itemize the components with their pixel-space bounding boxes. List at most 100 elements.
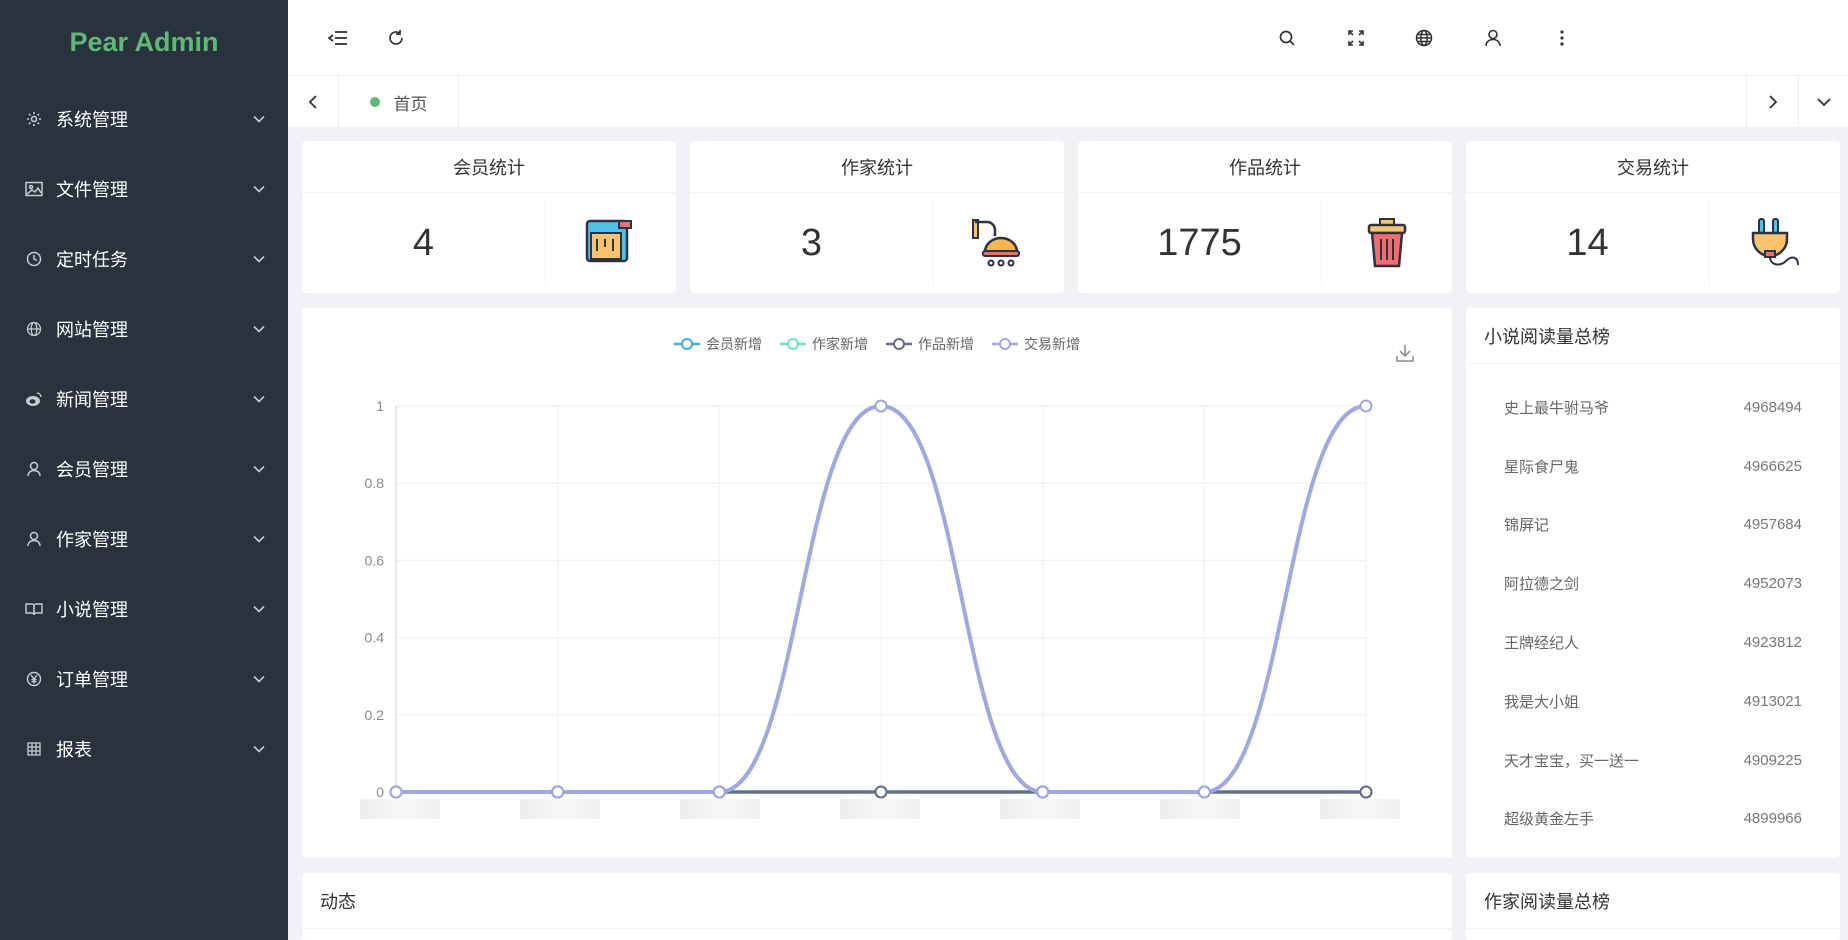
ranking-count: 4957684 xyxy=(1743,516,1802,534)
chevron-down-icon xyxy=(253,745,265,753)
ranking-row[interactable]: 史上最牛驸马爷 4968494 xyxy=(1504,378,1802,437)
stat-value: 3 xyxy=(690,201,934,285)
tab-dropdown-button[interactable] xyxy=(1798,76,1848,128)
x-tick-label-blurred xyxy=(1000,799,1080,819)
sidebar-item[interactable]: 小说管理 xyxy=(0,574,288,644)
logo[interactable]: Pear Admin xyxy=(0,0,288,84)
shower-icon xyxy=(934,193,1064,293)
chevron-down-icon xyxy=(253,255,265,263)
sidebar-item-label: 文件管理 xyxy=(56,180,128,201)
y-tick-label: 0.6 xyxy=(365,552,385,568)
sidebar-item[interactable]: 作家管理 xyxy=(0,504,288,574)
user-icon xyxy=(24,459,44,479)
ranking-count: 4968494 xyxy=(1743,398,1802,416)
ranking-name: 超级黄金左手 xyxy=(1504,810,1595,829)
sidebar-item-label: 会员管理 xyxy=(56,460,128,481)
stat-card-members: 会员统计 4 xyxy=(302,141,676,293)
menu-collapse-icon[interactable] xyxy=(322,22,354,54)
ranking-count: 4966625 xyxy=(1743,457,1802,475)
chevron-down-icon xyxy=(253,535,265,543)
data-point xyxy=(1359,399,1373,413)
dynamics-card: 动态 xyxy=(302,873,1452,940)
novel-ranking-card: 小说阅读量总榜 史上最牛驸马爷 4968494 星际食尸鬼 4966625 锦屏记 495… xyxy=(1466,308,1840,858)
x-tick-label-blurred xyxy=(1160,799,1240,819)
sidebar-item[interactable]: 新闻管理 xyxy=(0,364,288,434)
globe-icon[interactable] xyxy=(1408,22,1440,54)
chevron-down-icon xyxy=(253,675,265,683)
chevron-down-icon xyxy=(253,325,265,333)
stat-title: 作品统计 xyxy=(1078,141,1452,193)
sidebar-item-label: 报表 xyxy=(56,740,92,761)
ranking-name: 王牌经纪人 xyxy=(1504,634,1580,653)
data-point xyxy=(1036,785,1050,799)
y-tick-label: 1 xyxy=(376,398,384,414)
tab-next-button[interactable] xyxy=(1746,76,1798,128)
ranking-name: 锦屏记 xyxy=(1504,516,1550,535)
tab-prev-button[interactable] xyxy=(288,76,339,128)
ranking-row[interactable]: 王牌经纪人 4923812 xyxy=(1504,613,1802,672)
ranking-name: 阿拉德之剑 xyxy=(1504,575,1580,594)
tab-bar: 首页 xyxy=(288,76,1848,128)
sidebar-item[interactable]: 网站管理 xyxy=(0,294,288,364)
trash-can-icon xyxy=(1322,193,1452,293)
ranking-row[interactable]: 超级黄金左手 4899966 xyxy=(1504,790,1802,849)
x-tick-label-blurred xyxy=(840,799,920,819)
ranking-count: 4909225 xyxy=(1743,751,1802,769)
ranking-row[interactable]: 我是大小姐 4913021 xyxy=(1504,672,1802,731)
chevron-down-icon xyxy=(253,185,265,193)
fullscreen-icon[interactable] xyxy=(1340,22,1372,54)
refresh-icon[interactable] xyxy=(380,22,412,54)
search-icon[interactable] xyxy=(1271,22,1303,54)
ranking-row[interactable]: 阿拉德之剑 4952073 xyxy=(1504,554,1802,613)
line-chart: 0 0.2 0.4 0.6 0.8 1 xyxy=(365,398,1373,800)
ranking-name: 史上最牛驸马爷 xyxy=(1504,398,1610,417)
sidebar-item[interactable]: 订单管理 xyxy=(0,644,288,714)
y-tick-label: 0.4 xyxy=(365,630,385,646)
weibo-icon xyxy=(24,389,44,409)
sidebar-menu: 系统管理文件管理定时任务网站管理新闻管理会员管理作家管理小说管理订单管理报表 xyxy=(0,84,288,784)
data-point xyxy=(1359,785,1373,799)
active-dot-icon xyxy=(369,97,380,107)
chevron-down-icon xyxy=(253,115,265,123)
ranking-count: 4913021 xyxy=(1743,692,1802,710)
user-icon[interactable] xyxy=(1477,22,1509,54)
x-tick-label-blurred xyxy=(360,799,440,819)
ranking-name: 天才宝宝，买一送一 xyxy=(1504,751,1640,770)
author-ranking-title: 作家阅读量总榜 xyxy=(1466,873,1840,929)
data-point xyxy=(712,785,726,799)
sidebar-item[interactable]: 系统管理 xyxy=(0,84,288,154)
sidebar-item[interactable]: 文件管理 xyxy=(0,154,288,224)
dynamics-title: 动态 xyxy=(302,873,1452,929)
image-icon xyxy=(24,179,44,199)
sidebar-item-label: 新闻管理 xyxy=(56,390,128,411)
sidebar-item-label: 网站管理 xyxy=(56,320,128,341)
stat-title: 会员统计 xyxy=(302,141,676,193)
x-tick-label-blurred xyxy=(1320,799,1400,819)
sidebar-item[interactable]: 会员管理 xyxy=(0,434,288,504)
sidebar-item-label: 小说管理 xyxy=(56,600,128,621)
plug-icon xyxy=(1710,193,1840,293)
y-tick-label: 0 xyxy=(376,784,384,800)
ranking-list: 史上最牛驸马爷 4968494 星际食尸鬼 4966625 锦屏记 4957684 阿拉德之… xyxy=(1466,364,1840,848)
ranking-name: 我是大小姐 xyxy=(1504,692,1580,711)
chevron-right-icon xyxy=(1768,95,1777,109)
x-tick-label-blurred xyxy=(680,799,760,819)
chevron-down-icon xyxy=(1816,98,1831,107)
author-ranking-card: 作家阅读量总榜 xyxy=(1466,873,1840,940)
ranking-count: 4923812 xyxy=(1743,634,1802,652)
new-items-chart-card: 会员新增 作家新增 作品新增 交易新增 0 0.2 0.4 0.6 0.8 1 xyxy=(302,308,1452,858)
chevron-left-icon xyxy=(308,95,317,109)
tab-home[interactable]: 首页 xyxy=(339,76,459,128)
ranking-row[interactable]: 锦屏记 4957684 xyxy=(1504,496,1802,555)
ranking-row[interactable]: 天才宝宝，买一送一 4909225 xyxy=(1504,731,1802,790)
sidebar-item[interactable]: 报表 xyxy=(0,714,288,784)
book-icon xyxy=(24,599,44,619)
sidebar-item-label: 订单管理 xyxy=(56,670,128,691)
ranking-row[interactable]: 星际食尸鬼 4966625 xyxy=(1504,437,1802,496)
data-point xyxy=(1197,785,1211,799)
ranking-name: 星际食尸鬼 xyxy=(1504,457,1580,476)
more-icon[interactable] xyxy=(1546,22,1578,54)
ranking-title: 小说阅读量总榜 xyxy=(1466,308,1840,364)
sidebar-item[interactable]: 定时任务 xyxy=(0,224,288,294)
data-point xyxy=(874,785,888,799)
